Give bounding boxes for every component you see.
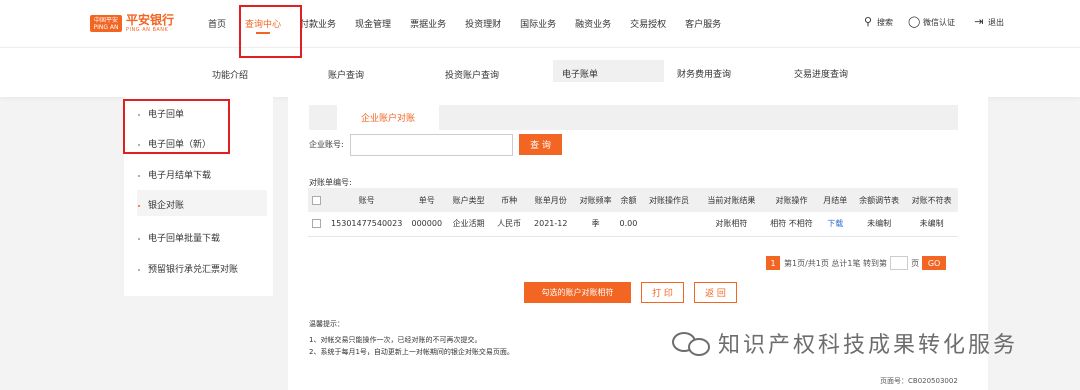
select-all-checkbox[interactable] xyxy=(312,195,322,205)
cell-action[interactable]: 相符 不相符 xyxy=(765,212,818,237)
col-adjust: 余额调节表 xyxy=(852,188,906,212)
nav-item-bills[interactable]: 票据业务 xyxy=(410,17,446,30)
subnav-intro[interactable]: 功能介绍 xyxy=(212,68,248,81)
cell-month: 2021-12 xyxy=(526,212,575,237)
cell-balance: 0.00 xyxy=(616,212,641,237)
nav-highlight-box xyxy=(239,5,302,58)
col-account: 账号 xyxy=(325,188,408,212)
confirm-match-button[interactable]: 勾选的账户对账相符 xyxy=(524,282,631,303)
page-number: 页面号：CB020503002 xyxy=(880,377,958,385)
wechat-icon: ◯ xyxy=(908,15,921,28)
watermark-text: 知识产权科技成果转化服务 xyxy=(718,333,1019,358)
wechat-watermark-icon xyxy=(672,328,712,358)
subnav-investment-account[interactable]: 投资账户查询 xyxy=(445,68,499,81)
table-header-row: 账号 单号 账户类型 币种 账单月份 对账频率 余额 对账操作员 当前对账结果 … xyxy=(308,188,958,212)
col-type: 账户类型 xyxy=(445,188,492,212)
cell-result: 对账相符 xyxy=(697,212,766,237)
sidebar-item-monthly-download[interactable]: 电子月结单下载 xyxy=(138,168,211,181)
sidebar-item-reconciliation[interactable]: 银企对账 xyxy=(137,190,267,216)
pagination: 1 第1页/共1页 总计1笔 转到第 页 GO xyxy=(766,256,947,270)
sub-navbar: 功能介绍 账户查询 投资账户查询 xyxy=(0,47,1080,97)
search-link[interactable]: ⚲ 搜索 xyxy=(862,16,893,28)
brand-name-en: PING AN BANK xyxy=(126,27,169,33)
subnav-progress-query[interactable]: 交易进度查询 xyxy=(794,67,848,80)
cell-operator xyxy=(640,212,698,237)
reconciliation-table: 账号 单号 账户类型 币种 账单月份 对账频率 余额 对账操作员 当前对账结果 … xyxy=(308,188,958,237)
wechat-auth-link[interactable]: ◯ 微信认证 xyxy=(908,16,955,28)
col-balance: 余额 xyxy=(616,188,641,212)
page-info: 第1页/共1页 总计1笔 转到第 xyxy=(784,258,888,268)
col-result: 当前对账结果 xyxy=(697,188,766,212)
page-suffix: 页 xyxy=(911,258,920,268)
nav-item-home[interactable]: 首页 xyxy=(208,17,226,30)
col-currency: 币种 xyxy=(491,188,527,212)
col-number: 单号 xyxy=(407,188,446,212)
subnav-account-query[interactable]: 账户查询 xyxy=(328,68,364,81)
page-current[interactable]: 1 xyxy=(766,256,780,270)
search-label: 搜索 xyxy=(877,17,893,27)
cell-frequency: 季 xyxy=(574,212,617,237)
sidebar-item-batch-download[interactable]: 电子回单批量下载 xyxy=(138,231,220,244)
nav-item-authorization[interactable]: 交易授权 xyxy=(630,17,666,30)
logo-badge-bottom: PING AN xyxy=(93,23,119,31)
back-button[interactable]: 返 回 xyxy=(694,282,737,303)
col-mismatch: 对账不符表 xyxy=(905,188,958,212)
col-action: 对账操作 xyxy=(765,188,818,212)
logout-link[interactable]: ⇥ 退出 xyxy=(973,16,1004,28)
statement-number-label: 对账单编号: xyxy=(309,178,352,187)
nav-item-cash-management[interactable]: 现金管理 xyxy=(355,17,391,30)
cell-number: 000000 xyxy=(407,212,446,237)
logo-badge-top: 中国平安 xyxy=(93,16,118,24)
cell-type: 企业活期 xyxy=(445,212,492,237)
cell-account: 15301477540023 xyxy=(325,212,408,237)
col-operator: 对账操作员 xyxy=(640,188,698,212)
page-jump-input[interactable] xyxy=(890,256,909,270)
subnav-fee-query[interactable]: 财务费用查询 xyxy=(677,67,731,80)
tip-line-1: 1、对帐交易只能操作一次，已经对账的不可再次提交。 xyxy=(309,336,482,344)
brand-logo[interactable]: 中国平安 PING AN 平安银行 PING AN BANK xyxy=(90,14,174,33)
account-input[interactable] xyxy=(350,134,513,156)
query-button[interactable]: 查 询 xyxy=(519,134,562,155)
brand-name: 平安银行 xyxy=(126,13,175,27)
table-row: 15301477540023 000000 企业活期 人民币 2021-12 季… xyxy=(308,212,958,237)
page-go-button[interactable]: GO xyxy=(922,256,947,270)
tab-enterprise-reconciliation[interactable]: 企业账户对账 xyxy=(337,105,439,130)
subnav-e-statement[interactable]: 电子账单 xyxy=(562,67,598,80)
watermark: 知识产权科技成果转化服务 xyxy=(672,327,1018,359)
download-link[interactable]: 下载 xyxy=(827,219,843,228)
search-icon: ⚲ xyxy=(863,15,873,28)
sidebar-highlight-box xyxy=(123,99,230,154)
col-frequency: 对账频率 xyxy=(574,188,617,212)
col-monthly: 月结单 xyxy=(817,188,853,212)
top-navbar: 中国平安 PING AN 平安银行 PING AN BANK 首页 查询中心 付… xyxy=(0,0,1080,47)
logo-badge: 中国平安 PING AN xyxy=(90,15,122,32)
cell-adjust: 未编制 xyxy=(852,212,906,237)
logout-icon: ⇥ xyxy=(974,15,984,28)
account-field-label: 企业账号: xyxy=(309,140,344,149)
tip-line-2: 2、系统于每月1号，自动更新上一对帐期间的银企对账交易页面。 xyxy=(309,348,514,356)
col-month: 账单月份 xyxy=(526,188,575,212)
nav-item-financing[interactable]: 融资业务 xyxy=(575,17,611,30)
cell-currency: 人民币 xyxy=(491,212,527,237)
row-checkbox[interactable] xyxy=(312,219,322,229)
sidebar-item-reconciliation-label: 银企对账 xyxy=(148,201,185,211)
wechat-label: 微信认证 xyxy=(923,17,955,27)
logout-label: 退出 xyxy=(988,17,1004,27)
nav-item-payment[interactable]: 付款业务 xyxy=(300,17,336,30)
cell-mismatch: 未编制 xyxy=(905,212,958,237)
print-button[interactable]: 打 印 xyxy=(641,282,684,303)
nav-item-investment[interactable]: 投资理财 xyxy=(465,17,501,30)
sidebar-item-acceptance-reconciliation[interactable]: 预留银行承兑汇票对账 xyxy=(138,262,238,275)
nav-item-customer-service[interactable]: 客户服务 xyxy=(685,17,721,30)
tips-title: 温馨提示： xyxy=(309,320,344,328)
nav-item-international[interactable]: 国际业务 xyxy=(520,17,556,30)
